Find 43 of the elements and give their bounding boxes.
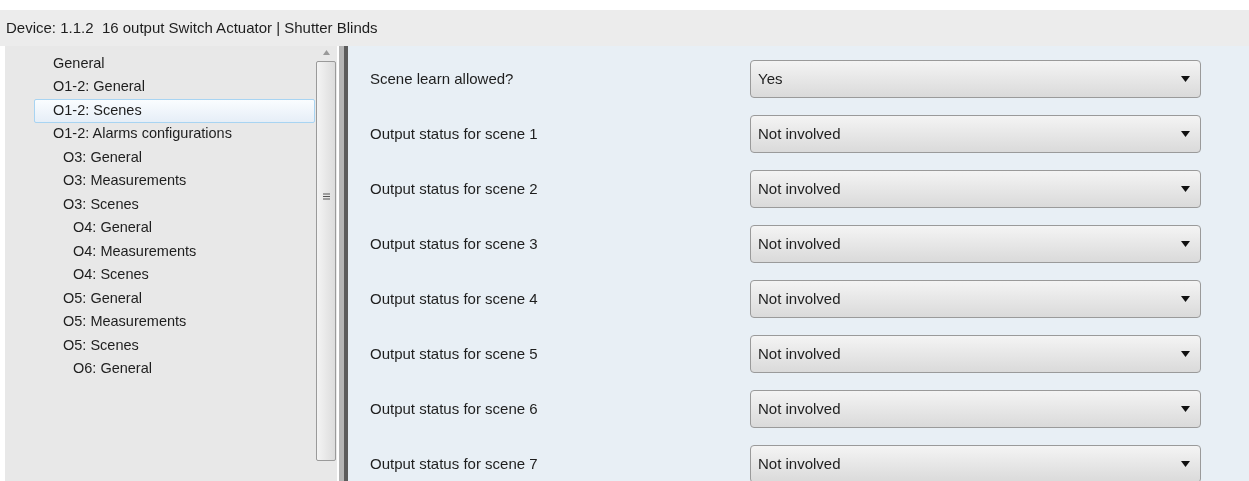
- tree-item[interactable]: O5: Measurements: [34, 310, 315, 334]
- scrollbar[interactable]: [315, 46, 337, 481]
- dropdown[interactable]: Not involved: [750, 170, 1201, 208]
- caret-icon: [1181, 296, 1190, 302]
- parameter-label: Output status for scene 1: [370, 123, 539, 144]
- tree-item[interactable]: O1-2: Scenes: [34, 99, 315, 123]
- tree-item[interactable]: O5: Scenes: [34, 334, 315, 358]
- grip-icon: [322, 192, 330, 200]
- parameter-label: Output status for scene 7: [370, 453, 539, 474]
- caret-icon: [1181, 351, 1190, 357]
- dropdown[interactable]: Not involved: [750, 225, 1201, 263]
- parameter-label: Output status for scene 6: [370, 398, 539, 419]
- caret-icon: [1181, 76, 1190, 82]
- dropdown[interactable]: Not involved: [750, 280, 1201, 318]
- parameter-label: Output status for scene 5: [370, 343, 539, 364]
- tree-item[interactable]: O3: Scenes: [34, 193, 315, 217]
- tree-item[interactable]: O6: General: [34, 357, 315, 381]
- caret-icon: [1181, 406, 1190, 412]
- scroll-up-icon[interactable]: [322, 50, 330, 55]
- tree-item[interactable]: O1-2: General: [34, 75, 315, 99]
- caret-icon: [1181, 461, 1190, 467]
- dropdown[interactable]: Not involved: [750, 335, 1201, 373]
- tree-item[interactable]: O3: Measurements: [34, 169, 315, 193]
- parameter-label: Output status for scene 2: [370, 178, 539, 199]
- tree-item[interactable]: General: [34, 52, 315, 76]
- tree-item[interactable]: O4: Measurements: [34, 240, 315, 264]
- tree-item[interactable]: O3: General: [34, 146, 315, 170]
- tree-item[interactable]: O4: General: [34, 216, 315, 240]
- dropdown[interactable]: Not involved: [750, 445, 1201, 481]
- scroll-thumb[interactable]: [316, 61, 336, 461]
- parameter-label: Output status for scene 3: [370, 233, 539, 254]
- device-title: Device: 1.1.2 16 output Switch Actuator | Shutter Blinds: [6, 17, 378, 38]
- tree-item[interactable]: O5: General: [34, 287, 315, 311]
- caret-icon: [1181, 241, 1190, 247]
- dropdown[interactable]: Not involved: [750, 115, 1201, 153]
- parameter-label: Scene learn allowed?: [370, 68, 515, 89]
- tree-item[interactable]: O1-2: Alarms configurations: [34, 122, 315, 146]
- parameter-label: Output status for scene 4: [370, 288, 539, 309]
- tree-item[interactable]: O4: Scenes: [34, 263, 315, 287]
- dropdown[interactable]: Yes: [750, 60, 1201, 98]
- caret-icon: [1181, 131, 1190, 137]
- caret-icon: [1181, 186, 1190, 192]
- dropdown[interactable]: Not involved: [750, 390, 1201, 428]
